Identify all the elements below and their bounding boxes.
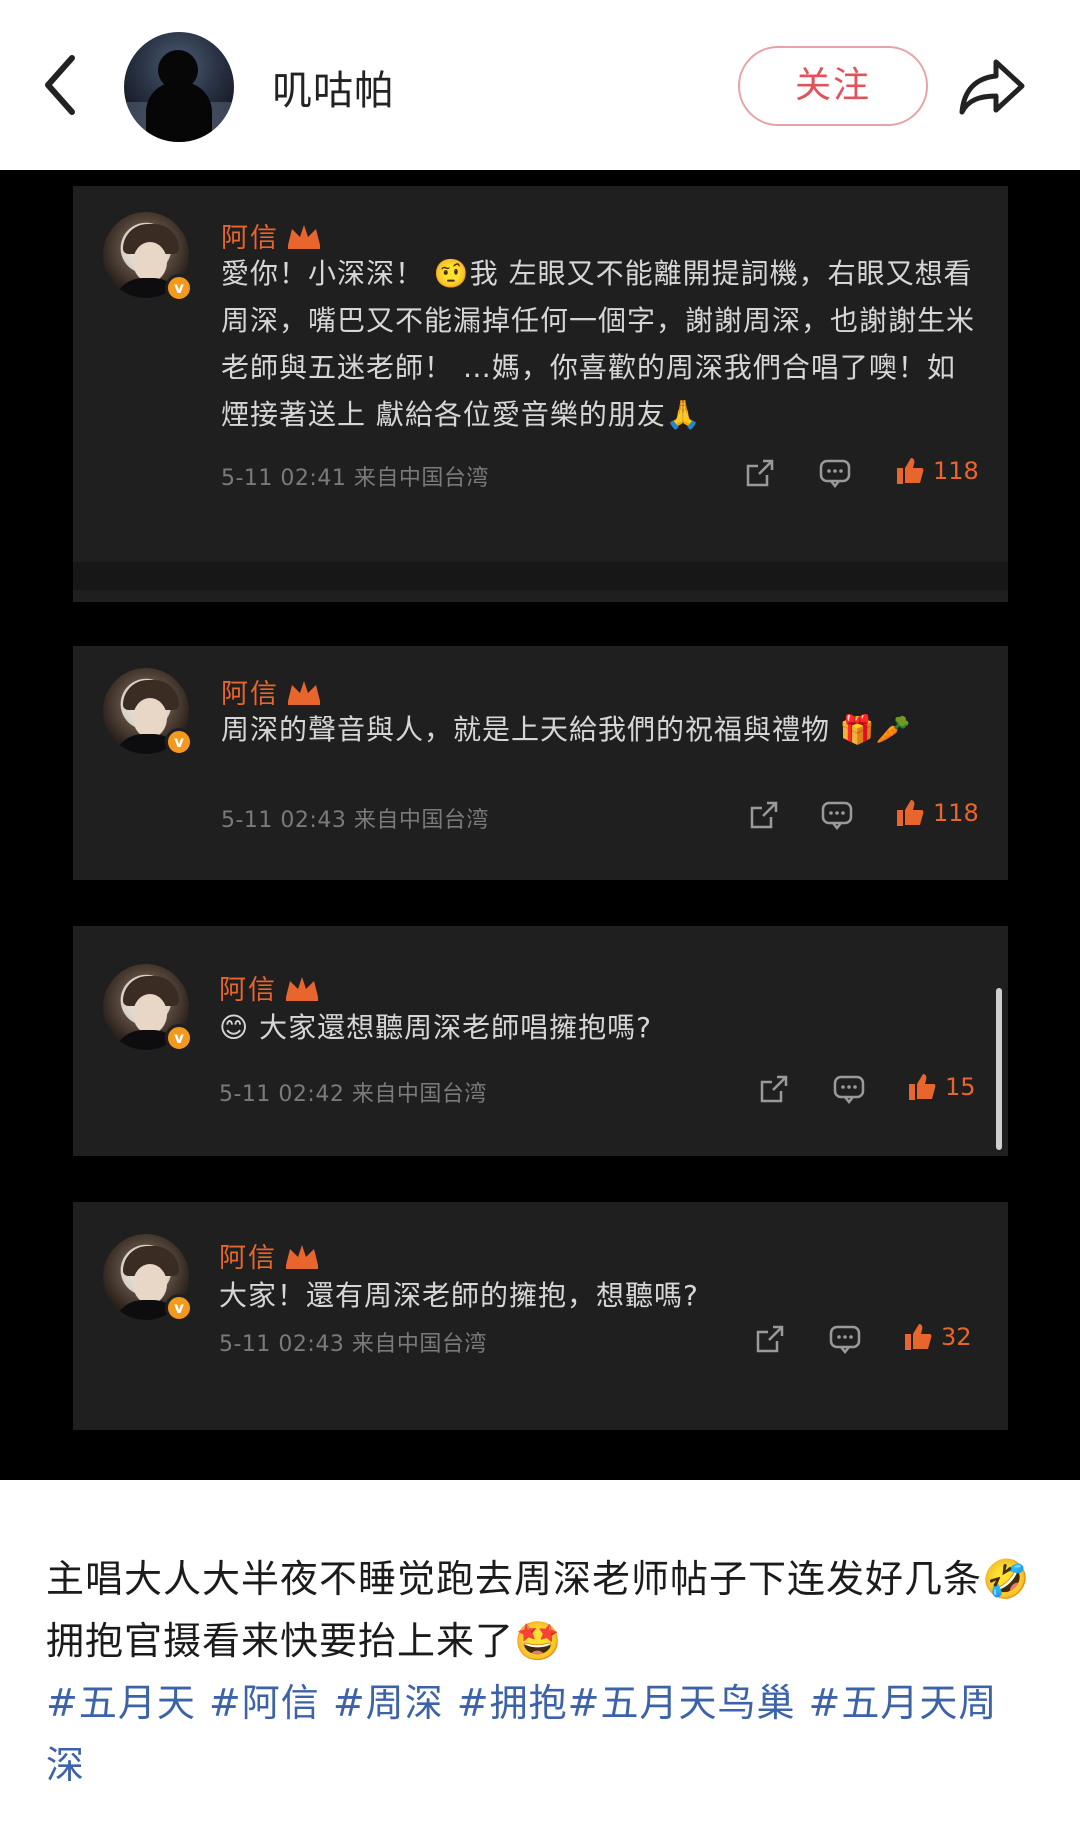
follow-button[interactable]: 关注: [738, 46, 928, 126]
like-count: 32: [941, 1323, 972, 1351]
commenter-name[interactable]: 阿信: [219, 1236, 277, 1275]
comment-time: 5-11 02:43: [221, 808, 347, 833]
caption-text: 主唱大人大半夜不睡觉跑去周深老师帖子下连发好几条🤣拥抱官摄看来快要抬上来了🤩: [46, 1557, 1031, 1663]
hashtags[interactable]: #五月天 #阿信 #周深 #拥抱#五月天鸟巢 #五月天周深: [46, 1672, 1036, 1796]
comment-card: v 阿信 周深的聲音與人，就是上天給我們的祝福與禮物 🎁🥕 5-11 02:43…: [73, 646, 1008, 880]
comment-icon[interactable]: [833, 1074, 865, 1104]
comment-card: v 阿信 😊 大家還想聽周深老師唱擁抱嗎? 5-11 02:42 来自中国台湾 …: [73, 926, 1008, 1156]
comment-card: v 阿信 愛你！小深深！ 🤨我 左眼又不能離開提詞機，右眼又想看周深，嘴巴又不能…: [73, 186, 1008, 602]
thumbs-up-icon[interactable]: [903, 1322, 933, 1352]
comment-card: v 阿信 大家！還有周深老師的擁抱，想聽嗎? 5-11 02:43 来自中国台湾…: [73, 1202, 1008, 1430]
crown-icon: [288, 224, 320, 249]
post-caption: 主唱大人大半夜不睡觉跑去周深老师帖子下连发好几条🤣拥抱官摄看来快要抬上来了🤩 #…: [46, 1548, 1036, 1796]
thumbs-up-icon[interactable]: [895, 798, 925, 828]
repost-icon[interactable]: [745, 458, 775, 488]
like-count: 15: [945, 1073, 976, 1101]
verified-badge-icon: v: [165, 274, 193, 302]
comment-text: 愛你！小深深！ 🤨我 左眼又不能離開提詞機，右眼又想看周深，嘴巴又不能漏掉任何一…: [221, 257, 976, 431]
like-count: 118: [933, 457, 979, 485]
back-chevron-icon[interactable]: [40, 52, 80, 118]
repost-icon[interactable]: [755, 1324, 785, 1354]
crown-icon: [288, 680, 320, 705]
comment-time: 5-11 02:41: [221, 466, 347, 491]
comment-text: 😊 大家還想聽周深老師唱擁抱嗎?: [219, 1011, 652, 1044]
comment-text: 大家！還有周深老師的擁抱，想聽嗎?: [219, 1279, 699, 1312]
comment-icon[interactable]: [821, 800, 853, 830]
comment-icon[interactable]: [819, 458, 851, 488]
repost-icon[interactable]: [759, 1074, 789, 1104]
top-bar: 叽咕帕 关注: [0, 0, 1080, 170]
verified-badge-icon: v: [165, 728, 193, 756]
comment-time: 5-11 02:43: [219, 1332, 345, 1357]
comment-source: 来自中国台湾: [351, 1082, 487, 1107]
username[interactable]: 叽咕帕: [272, 58, 395, 116]
thumbs-up-icon[interactable]: [895, 456, 925, 486]
verified-badge-icon: v: [165, 1024, 193, 1052]
share-arrow-icon[interactable]: [956, 56, 1028, 118]
crown-icon: [286, 1244, 318, 1269]
comment-source: 来自中国台湾: [353, 466, 489, 491]
scrollbar[interactable]: [996, 988, 1002, 1150]
comment-icon[interactable]: [829, 1324, 861, 1354]
commenter-name[interactable]: 阿信: [219, 968, 277, 1007]
comment-text: 周深的聲音與人，就是上天給我們的祝福與禮物 🎁🥕: [221, 713, 912, 746]
comment-source: 来自中国台湾: [351, 1332, 487, 1357]
crown-icon: [286, 976, 318, 1001]
user-avatar[interactable]: [124, 32, 234, 142]
comment-source: 来自中国台湾: [353, 808, 489, 833]
thumbs-up-icon[interactable]: [907, 1072, 937, 1102]
comment-time: 5-11 02:42: [219, 1082, 345, 1107]
embedded-screenshot: v 阿信 愛你！小深深！ 🤨我 左眼又不能離開提詞機，右眼又想看周深，嘴巴又不能…: [0, 170, 1080, 1480]
like-count: 118: [933, 799, 979, 827]
repost-icon[interactable]: [749, 800, 779, 830]
verified-badge-icon: v: [165, 1294, 193, 1322]
